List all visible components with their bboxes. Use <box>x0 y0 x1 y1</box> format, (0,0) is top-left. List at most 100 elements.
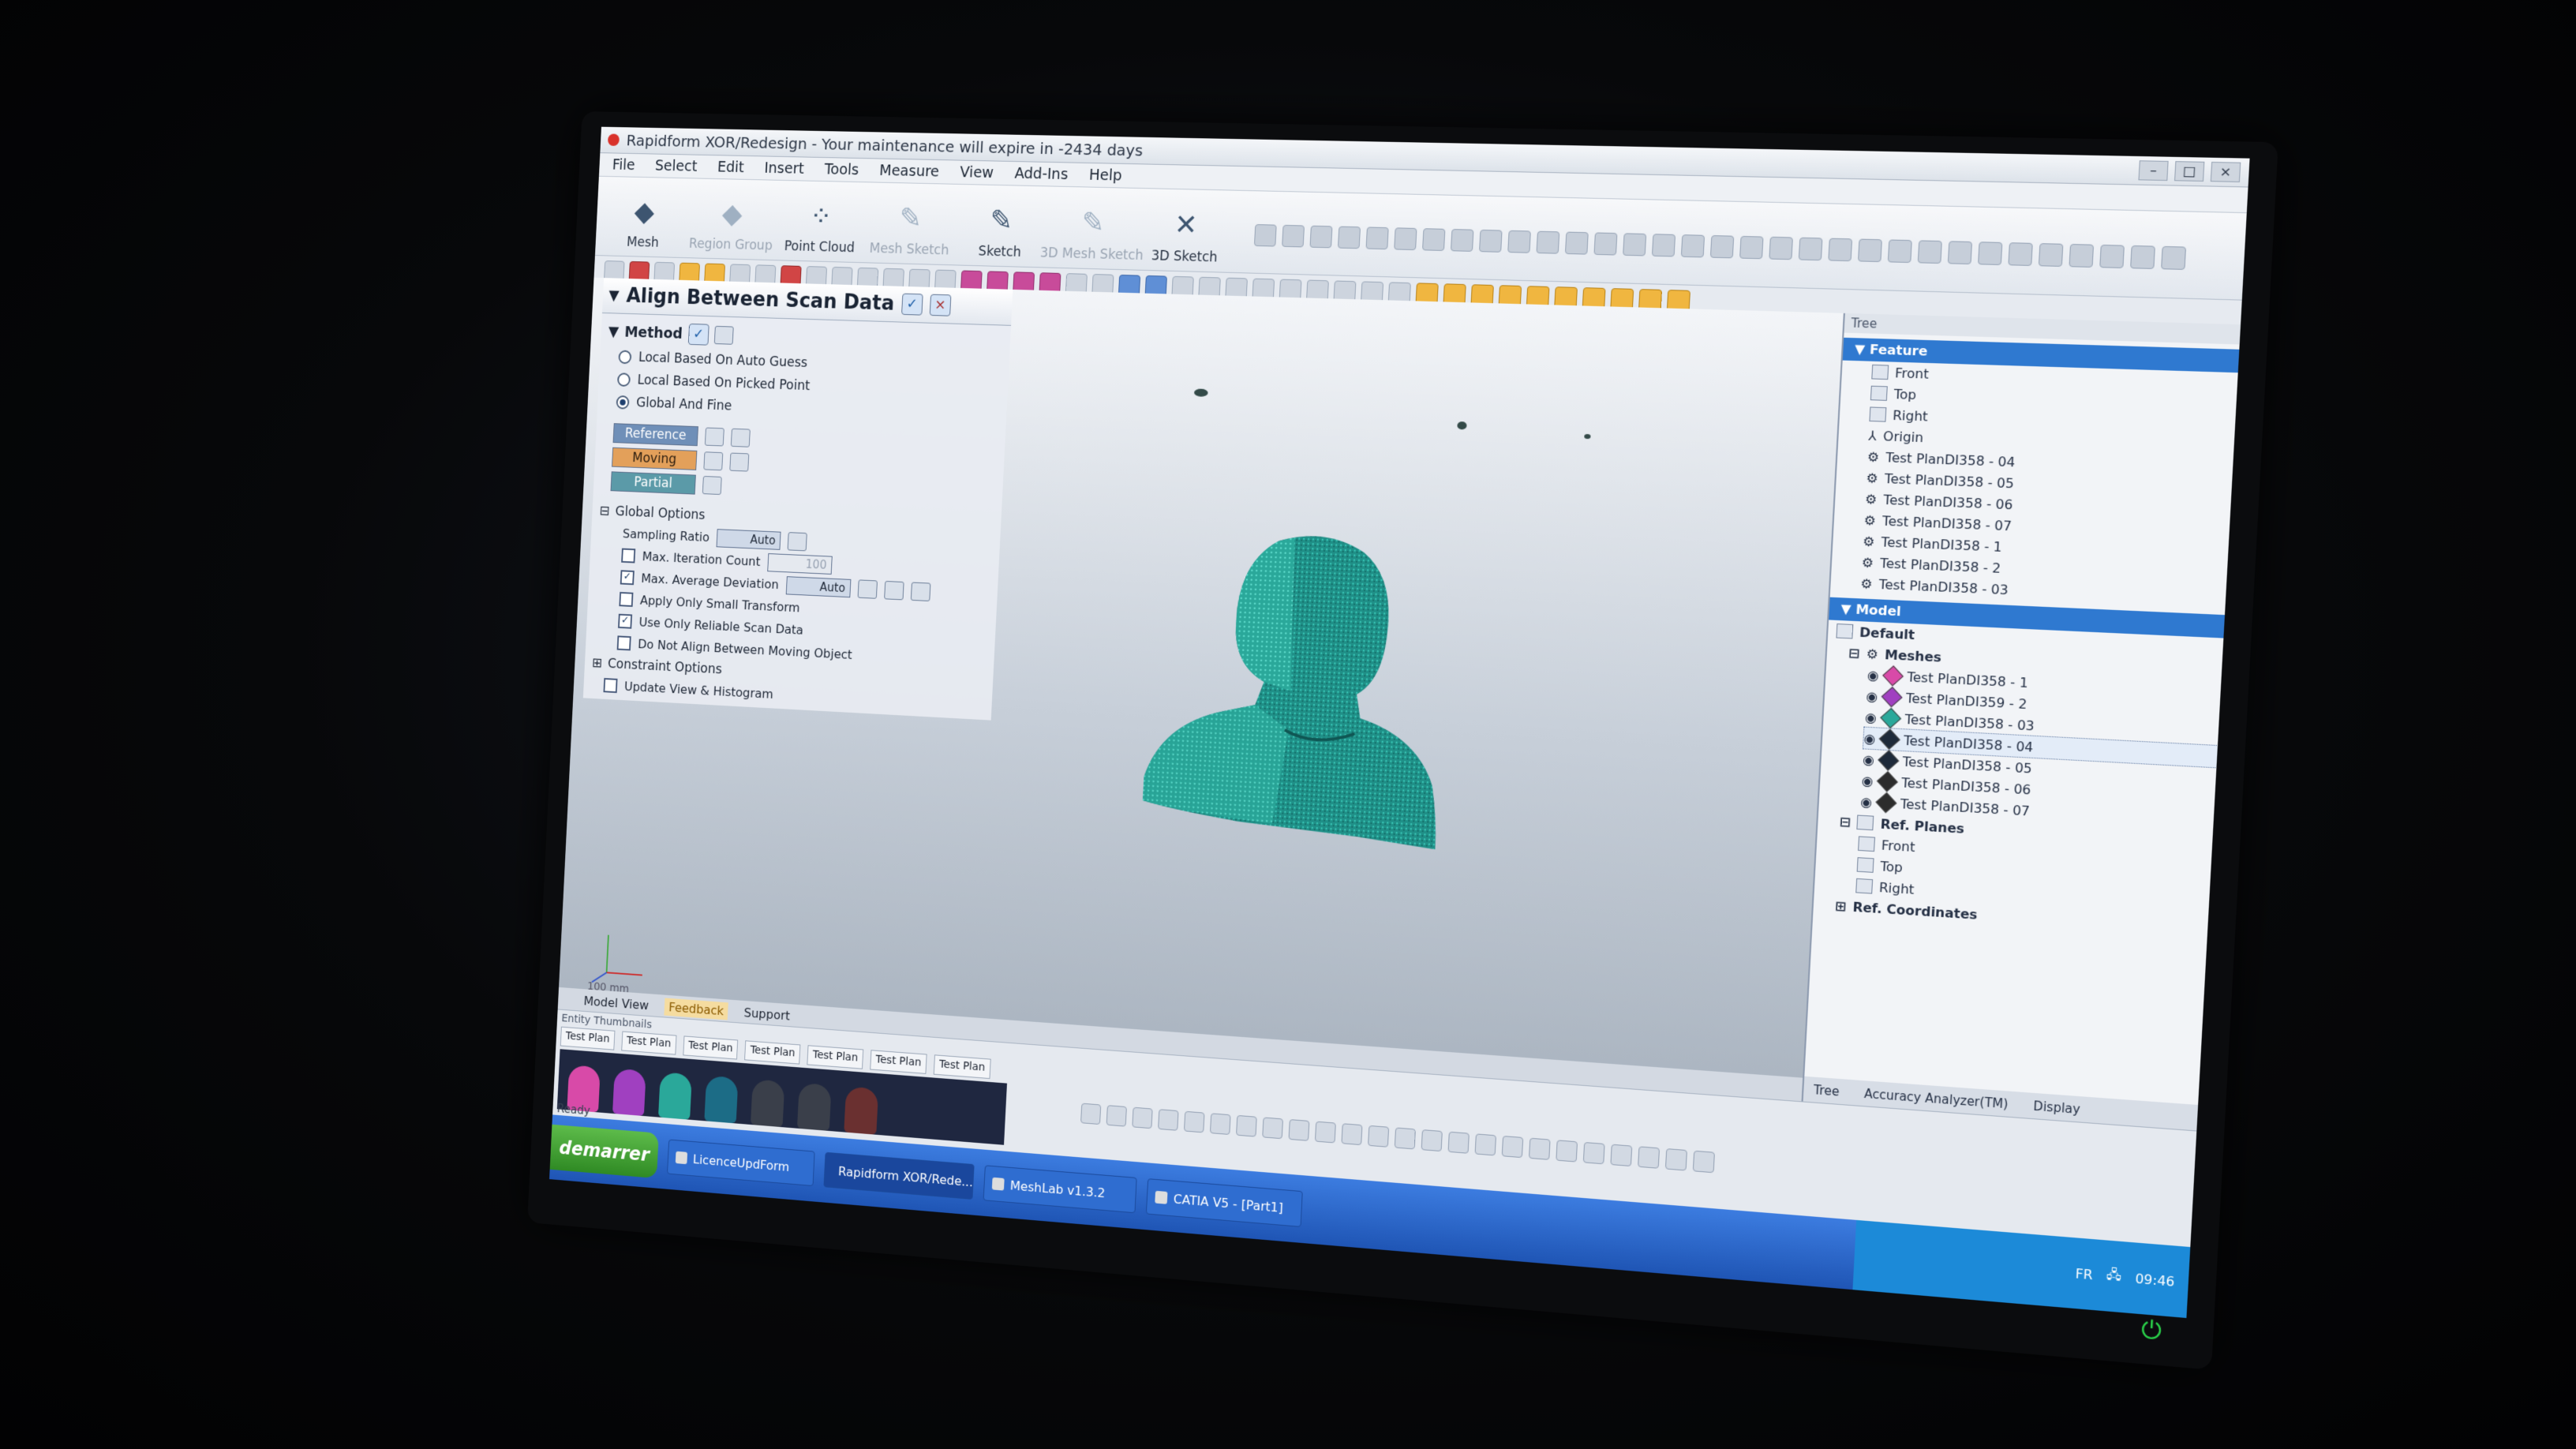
tool-icon[interactable] <box>1368 1125 1390 1148</box>
mesh-thumbnail[interactable] <box>796 1082 832 1131</box>
scanned-bust-mesh[interactable] <box>1125 489 1470 867</box>
thumbnail-tab[interactable]: Test Plan <box>870 1050 927 1074</box>
task-meshlab[interactable]: MeshLab v1.3.2 <box>983 1165 1137 1214</box>
apply-small-transform-checkbox[interactable] <box>619 591 634 607</box>
method-apply-button[interactable]: ✓ <box>687 323 710 346</box>
tool-icon[interactable] <box>1709 235 1735 259</box>
thumbnail-tab[interactable]: Test Plan <box>933 1054 991 1080</box>
thumbnail-tab[interactable]: Test Plan <box>682 1035 739 1060</box>
sampling-ratio-spinner[interactable]: Auto <box>716 528 781 550</box>
tool-icon[interactable] <box>1528 1137 1551 1160</box>
tool-icon[interactable] <box>2038 243 2064 267</box>
partial-button[interactable]: Partial <box>610 471 696 495</box>
task-licence-update[interactable]: LicenceUpdForm <box>667 1139 815 1187</box>
tool-icon[interactable] <box>1450 229 1474 252</box>
tool-icon[interactable] <box>1253 224 1277 247</box>
visibility-icon[interactable]: ◉ <box>1866 688 1878 704</box>
moving-clear-icon[interactable] <box>729 452 750 472</box>
visibility-icon[interactable]: ◉ <box>1861 773 1874 788</box>
menu-help[interactable]: Help <box>1088 167 1122 185</box>
ribbon-3d-sketch-button[interactable]: ✕ 3D Sketch <box>1148 203 1224 266</box>
ribbon-point-cloud-button[interactable]: ⁘ Point Cloud <box>784 194 857 256</box>
update-view-checkbox[interactable] <box>603 678 618 694</box>
reference-pick-icon[interactable] <box>704 427 724 447</box>
tool-icon[interactable] <box>2099 244 2125 268</box>
tool-icon[interactable] <box>1501 1135 1524 1159</box>
tool-icon[interactable] <box>1282 224 1305 248</box>
ribbon-mesh-sketch-button[interactable]: ✎ Mesh Sketch <box>869 197 949 258</box>
mesh-thumbnail[interactable] <box>704 1075 739 1124</box>
tool-icon[interactable] <box>1582 1141 1605 1165</box>
tool-icon[interactable] <box>1507 230 1531 253</box>
moving-pick-icon[interactable] <box>703 451 724 471</box>
menu-measure[interactable]: Measure <box>879 162 940 180</box>
mesh-thumbnail[interactable] <box>750 1079 785 1128</box>
sampling-ratio-settings-icon[interactable] <box>787 531 807 551</box>
tab-support[interactable]: Support <box>743 1005 790 1023</box>
maximize-icon[interactable]: □ <box>2174 161 2205 182</box>
3d-viewport[interactable]: ▼ Align Between Scan Data ✓ × ▼ Method ✓ <box>557 277 1845 1103</box>
tool-icon[interactable] <box>1447 1131 1470 1154</box>
max-avg-deviation-checkbox[interactable]: ✓ <box>620 570 635 586</box>
menu-insert[interactable]: Insert <box>764 159 804 177</box>
thumbnail-tab[interactable]: Test Plan <box>621 1031 677 1055</box>
tool-icon[interactable] <box>1209 1113 1231 1136</box>
tool-icon[interactable] <box>1236 1114 1257 1137</box>
tool-icon[interactable] <box>1422 228 1446 252</box>
cancel-button[interactable]: × <box>929 294 952 316</box>
tool-icon[interactable] <box>1536 230 1560 254</box>
tool-icon[interactable] <box>1421 1129 1443 1152</box>
tool-icon[interactable] <box>1564 231 1589 255</box>
max-iteration-spinner[interactable]: 100 <box>766 552 833 575</box>
clock[interactable]: 09:46 <box>2135 1271 2175 1290</box>
menu-file[interactable]: File <box>612 156 635 174</box>
tab-feedback[interactable]: Feedback <box>664 998 729 1020</box>
method-preview-button[interactable] <box>713 325 734 345</box>
network-icon[interactable]: 🖧 <box>2106 1264 2122 1288</box>
tool-icon[interactable] <box>1106 1105 1127 1127</box>
deviation-refresh-icon[interactable] <box>883 580 904 600</box>
visibility-icon[interactable]: ◉ <box>1865 709 1878 724</box>
thumbnail-tab[interactable]: Test Plan <box>560 1026 616 1050</box>
menu-edit[interactable]: Edit <box>717 159 744 176</box>
thumbnail-tab[interactable]: Test Plan <box>744 1040 801 1065</box>
deviation-preview-icon[interactable] <box>910 582 931 601</box>
mesh-thumbnail[interactable] <box>612 1068 646 1117</box>
tool-icon[interactable] <box>2161 245 2187 270</box>
language-indicator[interactable]: FR <box>2075 1265 2093 1282</box>
tool-icon[interactable] <box>1623 233 1647 256</box>
tool-icon[interactable] <box>1394 227 1417 251</box>
visibility-icon[interactable]: ◉ <box>1863 730 1876 746</box>
mesh-thumbnail[interactable] <box>844 1086 879 1135</box>
tool-icon[interactable] <box>1887 239 1912 264</box>
reference-button[interactable]: Reference <box>612 423 698 447</box>
tab-model-view[interactable]: Model View <box>583 993 649 1012</box>
visibility-icon[interactable]: ◉ <box>1866 667 1879 683</box>
start-button[interactable]: demarrer <box>549 1124 659 1179</box>
deviation-unit-icon[interactable] <box>857 578 878 599</box>
tool-icon[interactable] <box>1798 237 1823 261</box>
ribbon-3d-mesh-sketch-button[interactable]: ✎ 3D Mesh Sketch <box>1039 200 1144 263</box>
tool-icon[interactable] <box>1947 241 1973 265</box>
tool-icon[interactable] <box>1080 1103 1102 1125</box>
menu-select[interactable]: Select <box>655 157 698 174</box>
no-align-moving-checkbox[interactable] <box>616 635 631 651</box>
tool-icon[interactable] <box>1337 226 1361 249</box>
ribbon-sketch-button[interactable]: ✎ Sketch <box>964 199 1039 261</box>
tool-icon[interactable] <box>1739 235 1764 260</box>
reference-clear-icon[interactable] <box>730 428 751 447</box>
tool-icon[interactable] <box>1288 1119 1310 1141</box>
ribbon-region-group-button[interactable]: ◆ Region Group <box>689 193 773 254</box>
tool-icon[interactable] <box>1651 234 1676 257</box>
tool-icon[interactable] <box>1474 1133 1497 1156</box>
menu-view[interactable]: View <box>960 164 994 182</box>
tool-icon[interactable] <box>1593 232 1618 256</box>
tool-icon[interactable] <box>1262 1117 1284 1140</box>
moving-button[interactable]: Moving <box>612 447 698 470</box>
task-rapidform[interactable]: Rapidform XOR/Rede... <box>823 1151 975 1200</box>
partial-pick-icon[interactable] <box>702 475 722 496</box>
tool-icon[interactable] <box>1158 1109 1179 1131</box>
menu-tools[interactable]: Tools <box>824 161 859 178</box>
tool-icon[interactable] <box>1828 238 1853 262</box>
visibility-icon[interactable]: ◉ <box>1860 793 1873 809</box>
